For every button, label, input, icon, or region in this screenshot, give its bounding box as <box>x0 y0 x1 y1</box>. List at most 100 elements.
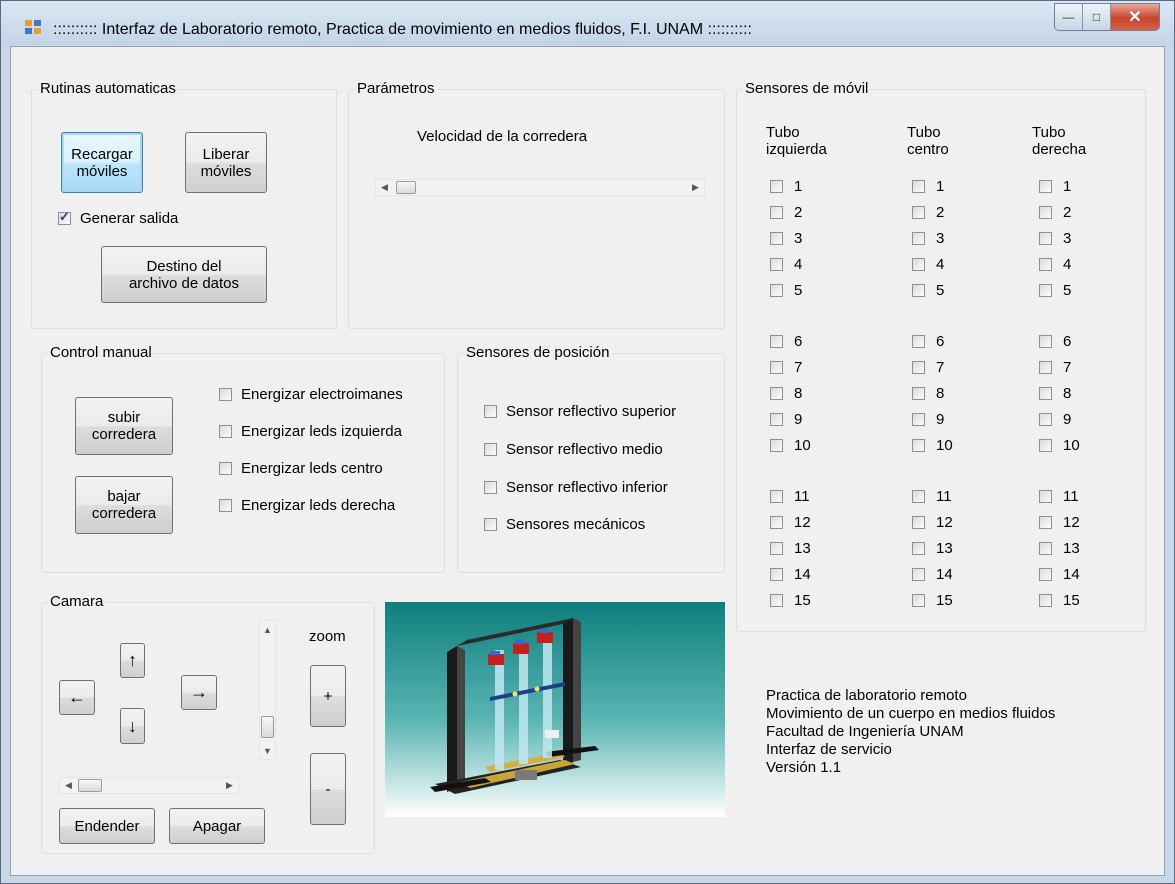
sensor-derecha-1-checkbox[interactable]: 1 <box>1039 178 1071 195</box>
checkbox-box[interactable] <box>770 516 783 529</box>
sensor-reflectivo-medio-checkbox[interactable]: Sensor reflectivo medio <box>484 441 663 458</box>
checkbox-box[interactable] <box>770 335 783 348</box>
sensor-centro-3-checkbox[interactable]: 3 <box>912 230 944 247</box>
checkbox-box[interactable] <box>770 542 783 555</box>
sensor-izquierda-9-checkbox[interactable]: 9 <box>770 411 802 428</box>
sensor-izquierda-4-checkbox[interactable]: 4 <box>770 256 802 273</box>
sensor-izquierda-15-checkbox[interactable]: 15 <box>770 592 811 609</box>
checkbox-box[interactable] <box>1039 335 1052 348</box>
sensor-derecha-8-checkbox[interactable]: 8 <box>1039 385 1071 402</box>
sensor-izquierda-8-checkbox[interactable]: 8 <box>770 385 802 402</box>
zoom-in-button[interactable]: + <box>310 665 346 727</box>
scroll-down-icon[interactable]: ▼ <box>260 742 275 759</box>
sensor-centro-13-checkbox[interactable]: 13 <box>912 540 953 557</box>
checkbox-box[interactable] <box>1039 413 1052 426</box>
checkbox-box[interactable] <box>912 361 925 374</box>
sensor-centro-5-checkbox[interactable]: 5 <box>912 282 944 299</box>
sensor-derecha-7-checkbox[interactable]: 7 <box>1039 359 1071 376</box>
sensor-centro-12-checkbox[interactable]: 12 <box>912 514 953 531</box>
sensor-izquierda-10-checkbox[interactable]: 10 <box>770 437 811 454</box>
sensor-derecha-13-checkbox[interactable]: 13 <box>1039 540 1080 557</box>
checkbox-box[interactable] <box>484 518 497 531</box>
minimize-button[interactable]: — <box>1055 4 1083 30</box>
checkbox-box[interactable] <box>912 439 925 452</box>
checkbox-box[interactable] <box>1039 594 1052 607</box>
sensor-derecha-15-checkbox[interactable]: 15 <box>1039 592 1080 609</box>
scroll-up-icon[interactable]: ▲ <box>260 621 275 638</box>
checkbox-box[interactable] <box>484 405 497 418</box>
sensor-centro-11-checkbox[interactable]: 11 <box>912 488 952 505</box>
camera-left-button[interactable]: ← <box>59 680 95 715</box>
checkbox-box[interactable] <box>1039 232 1052 245</box>
checkbox-box[interactable] <box>1039 180 1052 193</box>
sensores-mecanicos-checkbox[interactable]: Sensores mecánicos <box>484 516 645 533</box>
sensor-derecha-9-checkbox[interactable]: 9 <box>1039 411 1071 428</box>
energizar-leds-derecha-checkbox[interactable]: Energizar leds derecha <box>219 497 395 514</box>
checkbox-box[interactable] <box>912 542 925 555</box>
horizontal-thumb[interactable] <box>78 779 102 792</box>
checkbox-box[interactable] <box>770 490 783 503</box>
vertical-thumb[interactable] <box>261 716 274 738</box>
sensor-centro-1-checkbox[interactable]: 1 <box>912 178 944 195</box>
sensor-derecha-4-checkbox[interactable]: 4 <box>1039 256 1071 273</box>
bajar-corredera-button[interactable]: bajar corredera <box>75 476 173 534</box>
apagar-camara-button[interactable]: Apagar <box>169 808 265 844</box>
sensor-izquierda-12-checkbox[interactable]: 12 <box>770 514 811 531</box>
scroll-left-icon[interactable]: ◀ <box>60 778 77 793</box>
scroll-right-icon[interactable]: ▶ <box>221 778 238 793</box>
sensor-derecha-5-checkbox[interactable]: 5 <box>1039 282 1071 299</box>
sensor-izquierda-1-checkbox[interactable]: 1 <box>770 178 802 195</box>
sensor-izquierda-11-checkbox[interactable]: 11 <box>770 488 810 505</box>
camera-right-button[interactable]: → <box>181 675 217 710</box>
checkbox-box[interactable] <box>58 209 71 225</box>
sensor-centro-9-checkbox[interactable]: 9 <box>912 411 944 428</box>
checkbox-box[interactable] <box>912 413 925 426</box>
sensor-centro-8-checkbox[interactable]: 8 <box>912 385 944 402</box>
checkbox-box[interactable] <box>770 594 783 607</box>
recargar-moviles-button[interactable]: Recargar móviles <box>61 132 143 193</box>
checkbox-box[interactable] <box>770 284 783 297</box>
sensor-centro-7-checkbox[interactable]: 7 <box>912 359 944 376</box>
checkbox-box[interactable] <box>1039 387 1052 400</box>
sensor-izquierda-14-checkbox[interactable]: 14 <box>770 566 811 583</box>
sensor-derecha-11-checkbox[interactable]: 11 <box>1039 488 1079 505</box>
checkbox-box[interactable] <box>1039 568 1052 581</box>
sensor-izquierda-6-checkbox[interactable]: 6 <box>770 333 802 350</box>
sensor-derecha-10-checkbox[interactable]: 10 <box>1039 437 1080 454</box>
sensor-derecha-3-checkbox[interactable]: 3 <box>1039 230 1071 247</box>
destino-archivo-button[interactable]: Destino del archivo de datos <box>101 246 267 303</box>
sensor-izquierda-2-checkbox[interactable]: 2 <box>770 204 802 221</box>
camera-vertical-scroll[interactable]: ▲ ▼ <box>259 620 276 760</box>
checkbox-box[interactable] <box>484 481 497 494</box>
checkbox-box[interactable] <box>770 568 783 581</box>
sensor-centro-15-checkbox[interactable]: 15 <box>912 592 953 609</box>
sensor-izquierda-7-checkbox[interactable]: 7 <box>770 359 802 376</box>
sensor-centro-6-checkbox[interactable]: 6 <box>912 333 944 350</box>
checkbox-box[interactable] <box>1039 439 1052 452</box>
sensor-centro-14-checkbox[interactable]: 14 <box>912 566 953 583</box>
checkbox-box[interactable] <box>219 388 232 401</box>
checkbox-box[interactable] <box>770 232 783 245</box>
energizar-leds-izquierda-checkbox[interactable]: Energizar leds izquierda <box>219 423 402 440</box>
checkbox-box[interactable] <box>219 499 232 512</box>
generar-salida-checkbox[interactable]: Generar salida <box>58 209 178 227</box>
sensor-reflectivo-inferior-checkbox[interactable]: Sensor reflectivo inferior <box>484 479 668 496</box>
sensor-centro-2-checkbox[interactable]: 2 <box>912 204 944 221</box>
checkbox-box[interactable] <box>912 387 925 400</box>
title-bar[interactable]: :::::::::: Interfaz de Laboratorio remot… <box>1 1 1174 45</box>
checkbox-box[interactable] <box>1039 542 1052 555</box>
camera-horizontal-scroll[interactable]: ◀ ▶ <box>59 777 239 794</box>
checkbox-box[interactable] <box>912 180 925 193</box>
velocidad-thumb[interactable] <box>396 181 416 194</box>
checkbox-box[interactable] <box>912 206 925 219</box>
checkbox-box[interactable] <box>1039 206 1052 219</box>
encender-camara-button[interactable]: Endender <box>59 808 155 844</box>
liberar-moviles-button[interactable]: Liberar móviles <box>185 132 267 193</box>
checkbox-box[interactable] <box>219 425 232 438</box>
checkbox-box[interactable] <box>1039 284 1052 297</box>
checkbox-box[interactable] <box>1039 490 1052 503</box>
sensor-izquierda-13-checkbox[interactable]: 13 <box>770 540 811 557</box>
checkbox-box[interactable] <box>912 232 925 245</box>
scroll-right-icon[interactable]: ▶ <box>687 180 704 195</box>
checkbox-box[interactable] <box>1039 516 1052 529</box>
